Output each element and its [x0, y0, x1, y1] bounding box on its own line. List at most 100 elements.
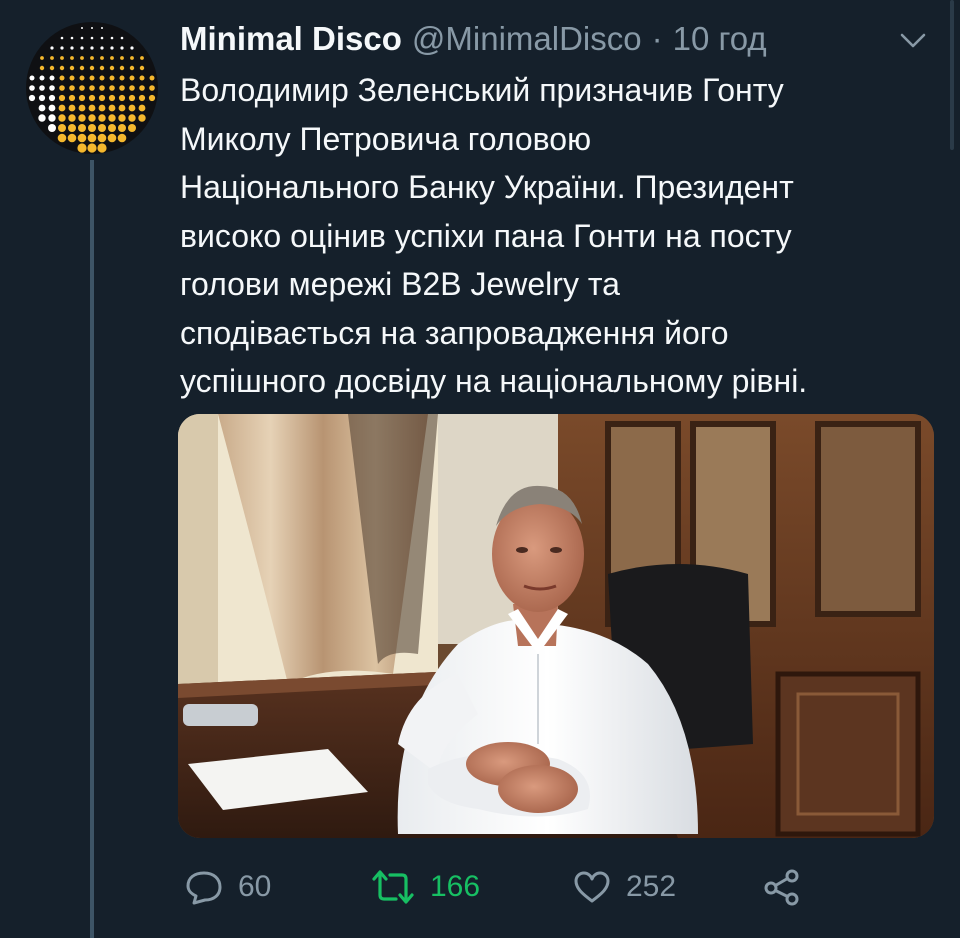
avatar-dot: [128, 94, 136, 102]
avatar-dot: [130, 56, 134, 60]
retweet-count: 166: [430, 870, 481, 903]
avatar-dot: [59, 85, 65, 91]
avatar-dot: [98, 104, 106, 112]
avatar-dot: [60, 36, 64, 40]
avatar-dot: [88, 124, 96, 132]
avatar-dot: [99, 75, 105, 81]
share-nodes-icon: [764, 869, 799, 906]
avatar-dot: [78, 124, 86, 132]
avatar-dot: [90, 56, 94, 60]
tweet-timestamp[interactable]: 10 год: [673, 20, 767, 58]
avatar-dot: [149, 75, 155, 81]
like-button[interactable]: 252: [572, 862, 676, 912]
avatar-dot: [69, 65, 75, 71]
avatar-dot: [40, 56, 44, 60]
avatar-dot: [69, 85, 75, 91]
avatar-dot: [100, 36, 104, 40]
avatar-dot: [70, 46, 74, 50]
avatar-dot: [58, 94, 66, 102]
avatar-dot: [58, 104, 66, 112]
avatar-dot: [97, 133, 107, 143]
avatar-dot: [110, 46, 114, 50]
avatar-dot: [89, 85, 95, 91]
avatar-dot: [80, 36, 84, 40]
avatar-dot: [60, 56, 64, 60]
avatar-dot: [48, 104, 56, 112]
avatar-dot: [139, 75, 145, 81]
avatar-dot: [79, 75, 85, 81]
tweet-header: Minimal Disco @MinimalDisco · 10 год: [180, 20, 767, 64]
avatar-dot: [87, 143, 97, 153]
avatar-dot: [139, 65, 145, 71]
tweet-card[interactable]: Minimal Disco @MinimalDisco · 10 год Вол…: [0, 0, 960, 938]
chevron-down-icon[interactable]: [896, 30, 930, 52]
avatar-dot: [90, 36, 94, 40]
avatar-dot: [119, 85, 125, 91]
avatar-dot: [108, 94, 116, 102]
avatar-dot-pattern: [28, 27, 156, 153]
avatar-dot: [38, 104, 46, 112]
avatar-dot: [99, 85, 105, 91]
avatar-dot: [108, 104, 116, 112]
avatar-dot: [108, 124, 116, 132]
author-handle[interactable]: @MinimalDisco: [412, 20, 642, 58]
avatar-dot: [149, 85, 155, 91]
avatar-dot: [78, 94, 86, 102]
avatar-dot: [91, 27, 93, 29]
avatar-dot: [80, 46, 84, 50]
separator-dot: ·: [651, 20, 663, 57]
share-button[interactable]: [762, 862, 816, 912]
avatar-dot: [100, 56, 104, 60]
avatar-dot: [80, 56, 84, 60]
avatar-dot: [89, 65, 95, 71]
office-photo-illustration: [178, 414, 934, 838]
avatar-dot: [129, 85, 135, 91]
avatar-dot: [38, 114, 46, 122]
avatar-dot: [109, 85, 115, 91]
tweet-text-line: високо оцінив успіхи пана Гонти на посту: [180, 217, 792, 254]
speech-bubble-icon: [186, 871, 222, 905]
avatar-dot: [107, 133, 117, 143]
tweet-text-line: Миколу Петровича головою: [180, 120, 592, 157]
avatar-dot: [97, 143, 107, 153]
avatar-dot: [118, 94, 126, 102]
avatar-dot: [119, 65, 125, 71]
avatar-dot: [58, 114, 66, 122]
reply-button[interactable]: 60: [184, 862, 271, 912]
avatar-dot: [129, 75, 135, 81]
avatar[interactable]: [26, 22, 158, 154]
avatar-dot: [109, 65, 115, 71]
avatar-dot: [110, 36, 114, 40]
avatar-dot: [77, 143, 87, 153]
tweet-actions: 60 166 252: [180, 862, 880, 912]
avatar-dot: [138, 114, 146, 122]
avatar-dot: [98, 114, 106, 122]
avatar-dot: [130, 46, 134, 50]
avatar-dot: [101, 27, 103, 29]
avatar-dot: [70, 56, 74, 60]
avatar-dot: [48, 124, 56, 132]
avatar-dot: [89, 75, 95, 81]
reply-count: 60: [238, 870, 272, 903]
avatar-dot: [49, 65, 55, 71]
avatar-dot: [57, 133, 67, 143]
avatar-dot: [60, 46, 64, 50]
scrollbar[interactable]: [950, 0, 954, 150]
heart-icon: [574, 871, 610, 903]
avatar-dot: [79, 85, 85, 91]
avatar-dot: [39, 85, 45, 91]
like-count: 252: [626, 870, 677, 903]
avatar-dot: [49, 85, 55, 91]
tweet-text-line: голови мережі B2B Jewelry та: [180, 266, 620, 302]
avatar-dot: [79, 65, 85, 71]
avatar-dot: [120, 46, 124, 50]
author-name[interactable]: Minimal Disco: [180, 20, 402, 58]
avatar-dot: [69, 75, 75, 81]
avatar-dot: [59, 65, 65, 71]
avatar-dot: [138, 94, 146, 102]
tweet-photo[interactable]: [178, 414, 934, 838]
avatar-dot: [28, 94, 36, 102]
avatar-dot: [39, 75, 45, 81]
retweet-button[interactable]: 166: [370, 862, 480, 912]
avatar-dot: [118, 114, 126, 122]
